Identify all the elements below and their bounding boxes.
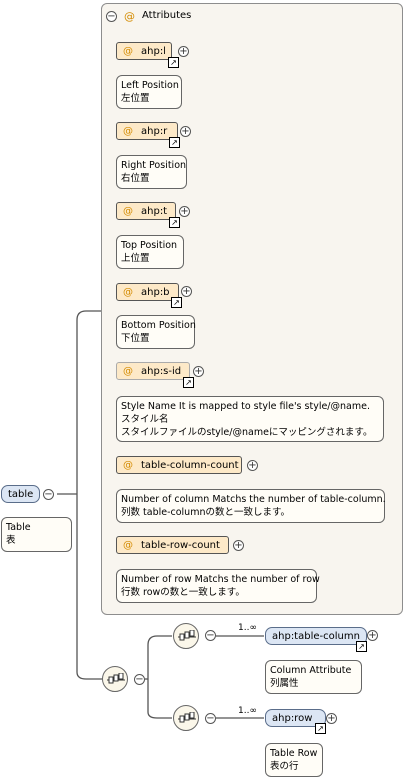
attribute-icon: @: [123, 365, 133, 377]
root-element-label: table: [8, 488, 34, 500]
reference-arrow-icon: ↗: [169, 217, 180, 228]
attributes-at-icon: @: [124, 10, 135, 23]
attribute-ahp-b[interactable]: @ ahp:b: [116, 283, 179, 301]
collapse-toggle-sequence-column[interactable]: −: [205, 630, 216, 641]
expand-toggle-ahp-t[interactable]: +: [179, 206, 190, 217]
attribute-icon: @: [123, 286, 133, 298]
sequence-icon: [178, 630, 196, 641]
attribute-icon: @: [123, 539, 133, 551]
collapse-toggle-root[interactable]: −: [43, 489, 54, 500]
multiplicity-label: 1..∞: [238, 706, 257, 716]
expand-toggle-table-row-count[interactable]: +: [233, 540, 244, 551]
doc-ahp-row: Table Row 表の行: [265, 743, 323, 777]
attribute-icon: @: [123, 125, 133, 137]
attribute-icon: @: [123, 45, 133, 57]
attribute-icon: @: [123, 459, 133, 471]
attribute-ahp-t[interactable]: @ ahp:t: [116, 202, 176, 220]
attributes-header: Attributes: [142, 10, 192, 21]
attribute-table-column-count[interactable]: @ table-column-count: [116, 456, 242, 474]
reference-arrow-icon: ↗: [171, 297, 182, 308]
doc-table-row-count: Number of row Matchs the number of row 行…: [116, 569, 320, 603]
expand-toggle-row[interactable]: +: [326, 713, 337, 724]
reference-arrow-icon: ↗: [183, 377, 194, 388]
doc-ahp-t: Top Position 上位置: [116, 235, 184, 269]
collapse-toggle-attributes[interactable]: −: [106, 11, 117, 22]
expand-toggle-ahp-r[interactable]: +: [180, 126, 191, 137]
attribute-icon: @: [123, 205, 133, 217]
reference-arrow-icon: ↗: [168, 57, 179, 68]
attribute-ahp-l[interactable]: @ ahp:l: [116, 42, 172, 60]
reference-arrow-icon: ↗: [356, 641, 367, 652]
expand-toggle-table-column-count[interactable]: +: [247, 460, 258, 471]
doc-ahp-b: Bottom Position 下位置: [116, 315, 196, 349]
sequence-compositor-icon[interactable]: [173, 705, 199, 731]
sequence-icon: [178, 712, 196, 723]
expand-toggle-table-column[interactable]: +: [367, 630, 378, 641]
collapse-toggle-sequence[interactable]: −: [134, 674, 145, 685]
sequence-icon: [107, 673, 125, 684]
collapse-toggle-sequence-row[interactable]: −: [205, 713, 216, 724]
expand-toggle-ahp-s-id[interactable]: +: [193, 366, 204, 377]
reference-arrow-icon: ↗: [169, 137, 180, 148]
reference-arrow-icon: ↗: [315, 723, 326, 734]
doc-ahp-table-column: Column Attribute 列属性: [265, 660, 362, 694]
expand-toggle-ahp-l[interactable]: +: [178, 46, 189, 57]
root-element-table[interactable]: table: [1, 485, 40, 503]
attribute-table-row-count[interactable]: @ table-row-count: [116, 536, 229, 554]
sequence-compositor-icon[interactable]: [102, 666, 128, 692]
doc-ahp-r: Right Position 右位置: [116, 155, 187, 189]
doc-ahp-l: Left Position 左位置: [116, 75, 182, 109]
doc-ahp-s-id: Style Name It is mapped to style file's …: [116, 396, 384, 442]
expand-toggle-ahp-b[interactable]: +: [181, 286, 192, 297]
root-doc: Table 表: [1, 517, 72, 552]
element-ahp-table-column[interactable]: ahp:table-column: [265, 627, 367, 645]
doc-table-column-count: Number of column Matchs the number of ta…: [116, 489, 386, 523]
attribute-ahp-s-id[interactable]: @ ahp:s-id: [116, 362, 190, 380]
sequence-compositor-icon[interactable]: [173, 623, 199, 649]
multiplicity-label: 1..∞: [238, 623, 257, 633]
